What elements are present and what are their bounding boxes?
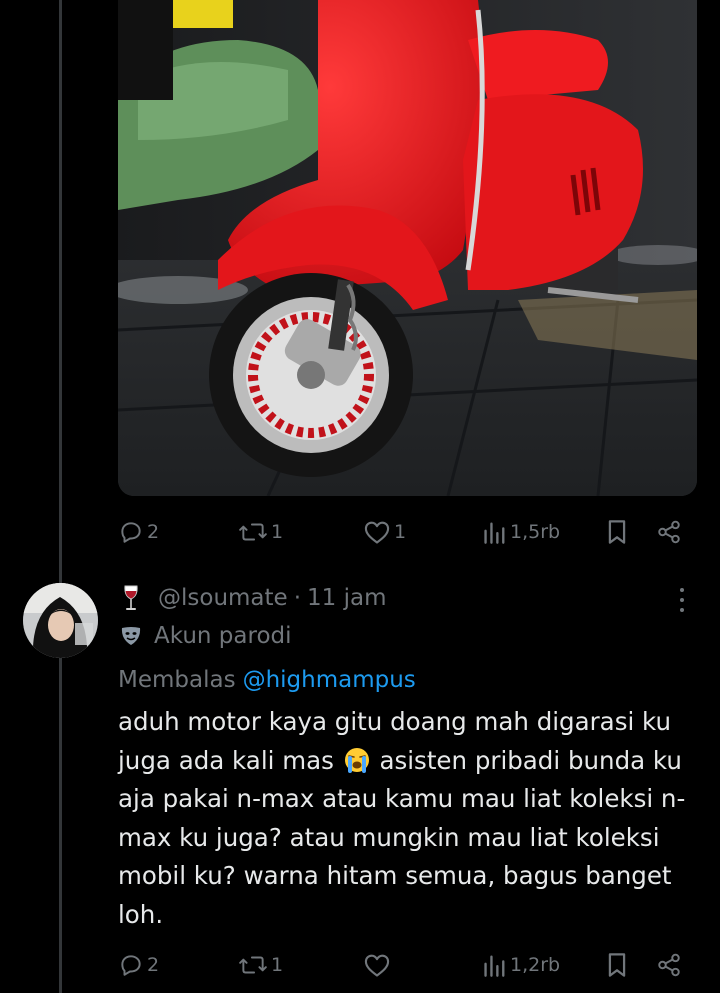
bookmark-icon: [608, 953, 626, 977]
reply-header: @lsoumate · 11 jam: [118, 580, 386, 616]
post-media-image[interactable]: [118, 0, 697, 496]
repost-count: 1: [271, 954, 284, 976]
red-vespa-photo: [118, 0, 697, 496]
share-button[interactable]: [656, 514, 682, 550]
thread-connector-line: [59, 0, 62, 993]
wine-glass-icon: [118, 584, 144, 612]
bookmark-button[interactable]: [605, 514, 629, 550]
parody-label-text: Akun parodi: [154, 623, 292, 649]
reply-count: 2: [147, 954, 160, 976]
post-body-text: aduh motor kaya gitu doang mah digarasi …: [118, 703, 708, 934]
reply-icon: [121, 955, 141, 976]
avatar-image: [23, 583, 98, 658]
like-count: 1: [394, 521, 407, 543]
heart-icon: [364, 954, 390, 977]
reply-button[interactable]: 2: [118, 514, 159, 550]
share-icon: [658, 953, 680, 977]
reply-post-action-bar: 2 1 1,2rb: [118, 947, 688, 983]
views-button[interactable]: 1,5rb: [483, 514, 560, 550]
bookmark-icon: [608, 520, 626, 544]
reply-button[interactable]: 2: [118, 947, 159, 983]
like-button[interactable]: 1: [363, 514, 406, 550]
replying-to-label: Membalas: [118, 667, 236, 693]
repost-button[interactable]: 1: [238, 947, 283, 983]
heart-icon: [364, 521, 390, 544]
loudly-crying-face-icon: [342, 746, 372, 773]
more-options-icon[interactable]: [672, 586, 692, 614]
parody-account-label: Akun parodi: [118, 618, 292, 654]
reply-count: 2: [147, 521, 160, 543]
repost-icon: [239, 956, 267, 974]
like-button[interactable]: [363, 947, 394, 983]
views-chart-icon: [484, 522, 505, 544]
repost-count: 1: [271, 521, 284, 543]
replying-to-line: Membalas @highmampus: [118, 662, 416, 698]
theater-mask-icon: [118, 625, 144, 647]
views-count: 1,5rb: [510, 521, 561, 543]
views-chart-icon: [484, 955, 505, 977]
top-post-action-bar: 2 1 1 1,5rb: [118, 514, 688, 550]
repost-button[interactable]: 1: [238, 514, 283, 550]
post-timestamp[interactable]: 11 jam: [307, 585, 386, 611]
author-handle[interactable]: @lsoumate: [158, 585, 288, 611]
dot-separator: ·: [293, 585, 302, 611]
repost-icon: [239, 523, 267, 541]
views-count: 1,2rb: [510, 954, 561, 976]
reply-icon: [121, 522, 141, 543]
share-button[interactable]: [656, 947, 682, 983]
replying-to-mention[interactable]: @highmampus: [243, 667, 416, 693]
share-icon: [658, 520, 680, 544]
views-button[interactable]: 1,2rb: [483, 947, 560, 983]
author-avatar[interactable]: [23, 583, 98, 658]
bookmark-button[interactable]: [605, 947, 629, 983]
